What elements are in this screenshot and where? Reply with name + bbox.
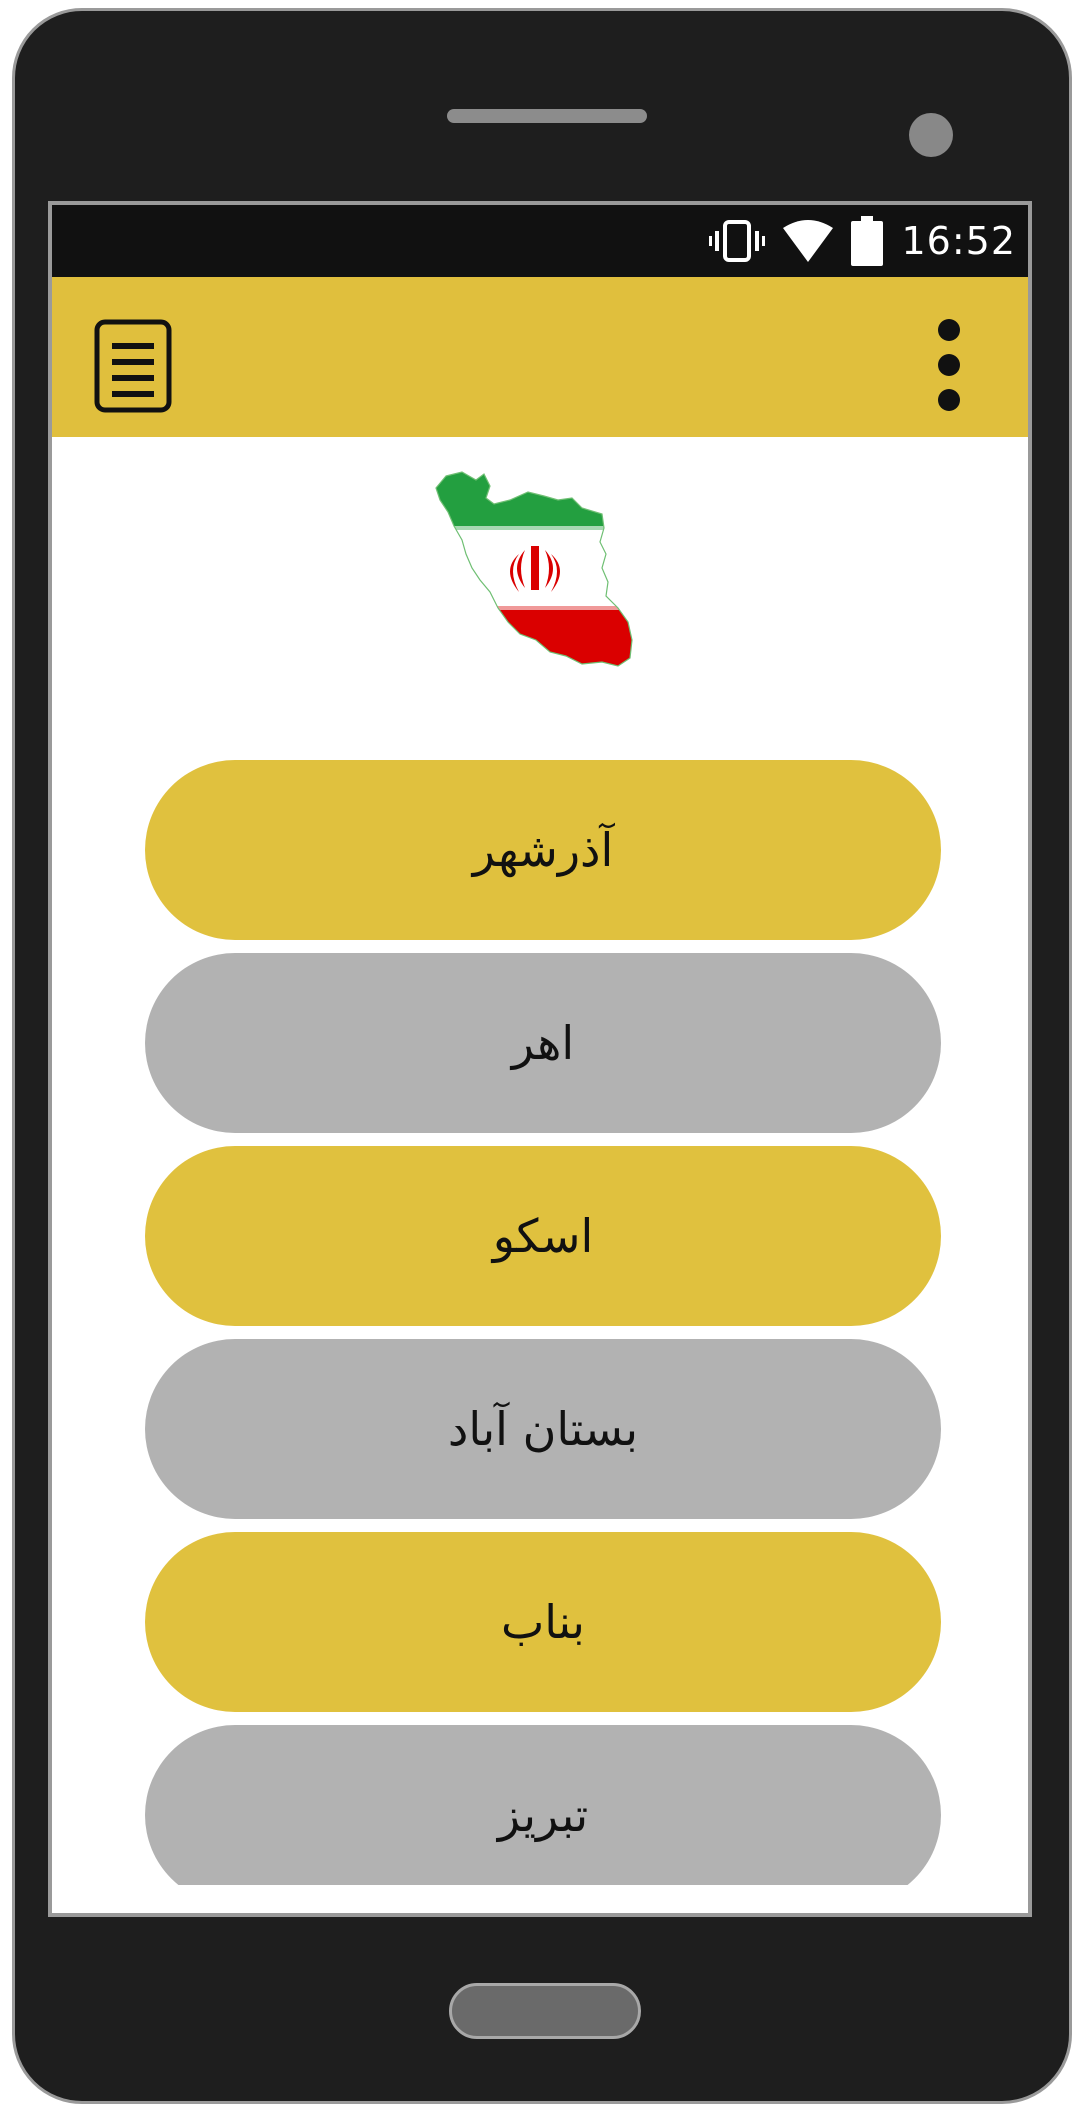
city-button-ahar[interactable]: اهر bbox=[145, 953, 941, 1133]
status-time: 16:52 bbox=[901, 219, 1016, 263]
overflow-menu-icon[interactable] bbox=[936, 317, 962, 417]
home-button[interactable] bbox=[449, 1983, 641, 2039]
iran-flag-map-image bbox=[432, 470, 638, 670]
front-camera bbox=[909, 113, 953, 157]
city-button-osku[interactable]: اسکو bbox=[145, 1146, 941, 1326]
status-bar: 16:52 bbox=[52, 205, 1028, 277]
battery-icon bbox=[851, 216, 884, 266]
city-label: بستان آباد bbox=[447, 1402, 639, 1456]
city-label: آذرشهر bbox=[472, 823, 614, 877]
city-button-tabriz[interactable]: تبریز bbox=[145, 1725, 941, 1885]
city-label: تبریز bbox=[497, 1788, 589, 1842]
city-button-bostanabad[interactable]: بستان آباد bbox=[145, 1339, 941, 1519]
app-bar bbox=[52, 277, 1028, 437]
city-button-bonab[interactable]: بناب bbox=[145, 1532, 941, 1712]
city-list: آذرشهر اهر اسکو بستان آباد بناب تبریز bbox=[145, 760, 941, 1885]
city-button-azarshahr[interactable]: آذرشهر bbox=[145, 760, 941, 940]
wifi-icon bbox=[783, 220, 834, 262]
city-label: اسکو bbox=[492, 1209, 594, 1263]
vibrate-icon bbox=[709, 219, 766, 263]
document-menu-icon[interactable] bbox=[94, 319, 172, 413]
city-label: بناب bbox=[500, 1595, 585, 1649]
city-label: اهر bbox=[511, 1016, 575, 1070]
earpiece-speaker bbox=[447, 109, 647, 123]
screen: 16:52 آذرشهر اهر اسکو بستان آباد بناب تب… bbox=[48, 201, 1032, 1917]
